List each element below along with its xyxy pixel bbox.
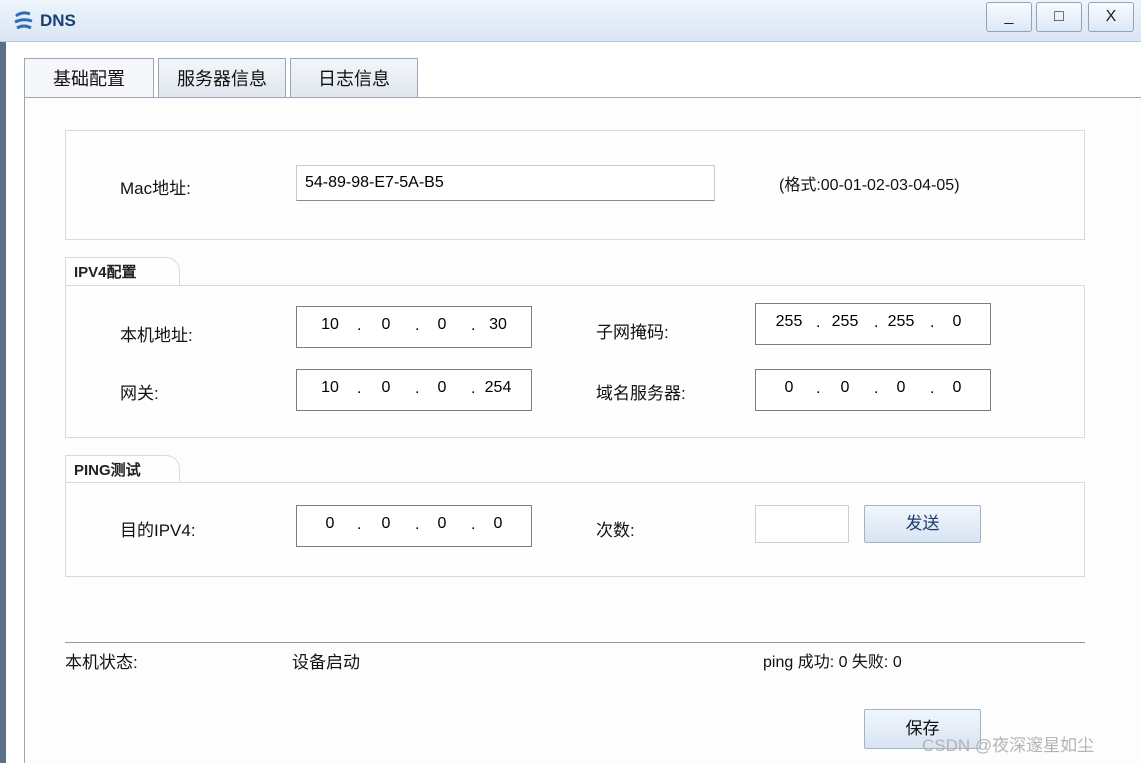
ping-result: ping 成功: 0 失败: 0 xyxy=(763,654,902,671)
close-button[interactable]: X xyxy=(1088,2,1134,32)
octet: 0 xyxy=(952,379,962,396)
octet: 10 xyxy=(321,316,339,333)
dns-server-input[interactable]: 0. 0. 0. 0 xyxy=(755,369,991,411)
octet: 10 xyxy=(321,379,339,396)
dns-app-icon xyxy=(14,11,33,30)
local-ip-label: 本机地址: xyxy=(120,326,193,345)
octet: 0 xyxy=(437,316,447,333)
tab-basic-config[interactable]: 基础配置 xyxy=(24,58,154,99)
octet: 0 xyxy=(381,515,391,532)
octet: 0 xyxy=(493,515,503,532)
dest-ipv4-input[interactable]: 0. 0. 0. 0 xyxy=(296,505,532,547)
ipv4-legend: IPV4配置 xyxy=(65,257,180,287)
octet: 255 xyxy=(831,313,859,330)
octet: 255 xyxy=(887,313,915,330)
title-bar: DNS _ □ X xyxy=(0,0,1141,42)
maximize-button[interactable]: □ xyxy=(1036,2,1082,32)
window-left-border xyxy=(0,42,6,763)
ping-legend: PING测试 xyxy=(65,455,180,485)
ping-count-input[interactable] xyxy=(755,505,849,543)
mac-format-hint: (格式:00-01-02-03-04-05) xyxy=(779,177,960,194)
mac-address-input[interactable]: 54-89-98-E7-5A-B5 xyxy=(296,165,715,201)
ping-count-label: 次数: xyxy=(596,521,635,540)
status-divider xyxy=(65,642,1085,643)
subnet-mask-input[interactable]: 255. 255. 255. 0 xyxy=(755,303,991,345)
octet: 0 xyxy=(952,313,962,330)
octet: 0 xyxy=(381,316,391,333)
octet: 30 xyxy=(489,316,507,333)
octet: 0 xyxy=(840,379,850,396)
octet: 0 xyxy=(784,379,794,396)
octet: 0 xyxy=(381,379,391,396)
octet: 255 xyxy=(775,313,803,330)
octet: 0 xyxy=(896,379,906,396)
octet: 254 xyxy=(484,379,512,396)
status-value: 设备启动 xyxy=(292,653,360,672)
octet: 0 xyxy=(437,515,447,532)
octet: 0 xyxy=(325,515,335,532)
send-button[interactable]: 发送 xyxy=(864,505,981,543)
watermark: CSDN @夜深邃星如尘 xyxy=(922,736,1095,755)
status-label: 本机状态: xyxy=(65,653,138,672)
tab-server-info[interactable]: 服务器信息 xyxy=(158,58,286,98)
mac-label: Mac地址: xyxy=(120,179,191,198)
dns-server-label: 域名服务器: xyxy=(596,384,686,403)
window-title: DNS xyxy=(40,11,76,30)
gateway-label: 网关: xyxy=(120,384,159,403)
tab-log-info[interactable]: 日志信息 xyxy=(290,58,418,98)
dest-ipv4-label: 目的IPV4: xyxy=(120,521,196,540)
octet: 0 xyxy=(437,379,447,396)
gateway-input[interactable]: 10. 0. 0. 254 xyxy=(296,369,532,411)
subnet-mask-label: 子网掩码: xyxy=(596,323,669,342)
local-ip-input[interactable]: 10. 0. 0. 30 xyxy=(296,306,532,348)
minimize-button[interactable]: _ xyxy=(986,2,1032,32)
